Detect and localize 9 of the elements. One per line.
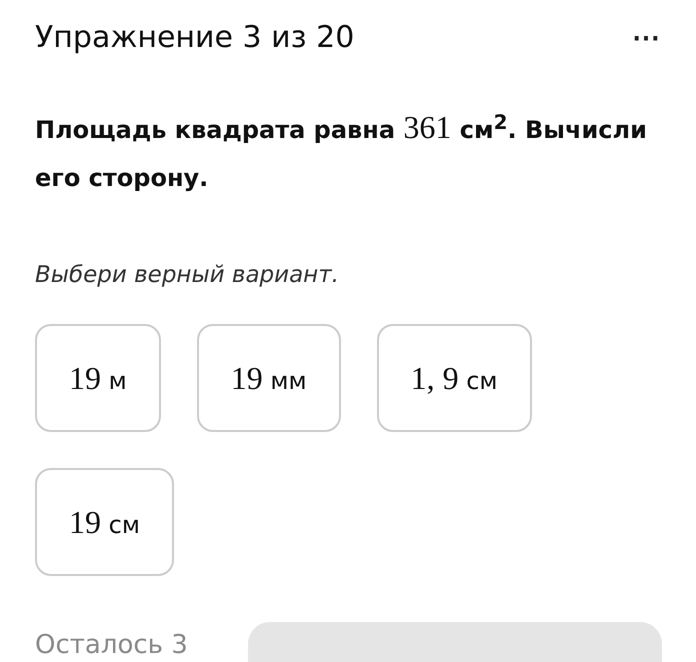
answer-option[interactable]: 1, 9 см [376, 324, 532, 432]
question-text: Площадь квадрата равна 361 см$^{2}$. Вычисли его сторону. [35, 108, 648, 194]
exercise-title: Упражнение 3 из 20 [35, 20, 354, 54]
remaining-count: Осталось 3 [35, 630, 188, 660]
answer-option[interactable]: 19 см [35, 468, 174, 576]
menu-button[interactable]: ⋯ [630, 20, 662, 54]
answer-option[interactable]: 19 м [35, 324, 161, 432]
answer-option[interactable]: 19 мм [196, 324, 341, 432]
instruction-text: Выбери верный вариант. [35, 262, 340, 288]
